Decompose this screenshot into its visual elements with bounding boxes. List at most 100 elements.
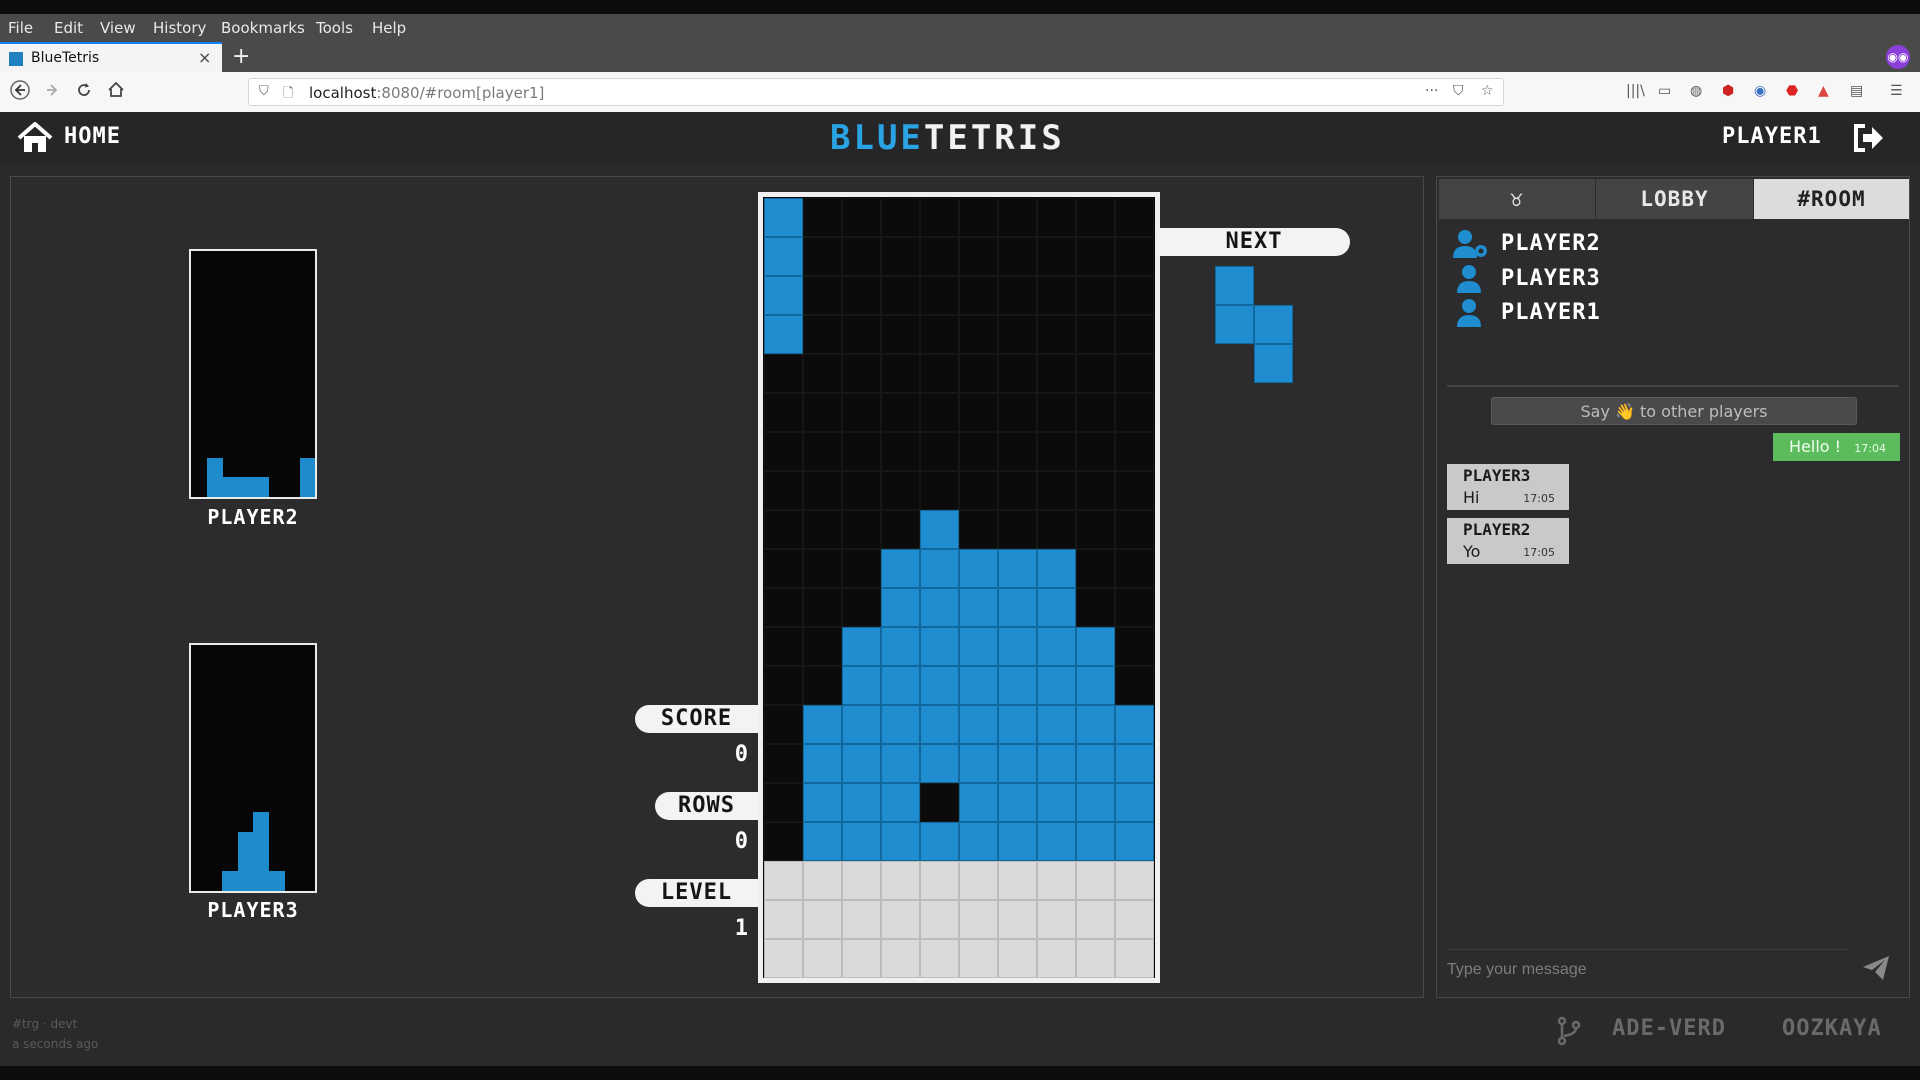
account-icon[interactable]: ◍ <box>1690 83 1702 99</box>
garbage-cell <box>920 900 959 939</box>
mask-extension-icon[interactable]: ◉◉ <box>1886 45 1910 69</box>
garbage-cell <box>764 861 803 900</box>
filled-cell <box>1076 744 1115 783</box>
home-icon[interactable] <box>106 80 126 105</box>
own-message: Hello ! 17:04 <box>1773 433 1900 461</box>
empty-cell <box>803 432 842 471</box>
author-link[interactable]: OOZKAYA <box>1782 1016 1882 1041</box>
favicon-icon <box>9 52 23 66</box>
ublock-icon[interactable]: ⬢ <box>1722 83 1734 99</box>
chat-panel: ♉ LOBBY #ROOM PLAYER2 PLAYER3 PLAYER1 Sa… <box>1436 176 1910 998</box>
empty-cell <box>803 315 842 354</box>
bookmark-star-icon[interactable]: ☆ <box>1481 83 1494 99</box>
say-hi-button[interactable]: Say 👋 to other players <box>1491 397 1857 425</box>
empty-cell <box>803 393 842 432</box>
filled-cell <box>842 822 881 861</box>
message-time: 17:05 <box>1523 492 1555 505</box>
url-path: :8080/#room[player1] <box>376 84 545 102</box>
menu-view[interactable]: View <box>100 19 136 37</box>
garbage-cell <box>1037 939 1076 978</box>
empty-cell <box>959 510 998 549</box>
opponent-column <box>237 832 254 891</box>
menu-help[interactable]: Help <box>372 19 406 37</box>
filled-cell <box>764 237 803 276</box>
tab-room[interactable]: #ROOM <box>1754 179 1909 219</box>
score-value: 0 <box>734 742 748 767</box>
filled-cell <box>881 783 920 822</box>
menu-tools[interactable]: Tools <box>316 19 353 37</box>
forward-arrow-icon[interactable] <box>42 80 62 105</box>
filled-cell <box>764 276 803 315</box>
filled-cell <box>842 666 881 705</box>
menu-edit[interactable]: Edit <box>54 19 83 37</box>
garbage-cell <box>881 861 920 900</box>
menu-bookmarks[interactable]: Bookmarks <box>221 19 305 37</box>
menu-history[interactable]: History <box>153 19 206 37</box>
extension-icon[interactable]: ▲ <box>1818 83 1829 99</box>
next-piece-block <box>1215 266 1254 305</box>
reader-icon[interactable]: ▤ <box>1850 83 1863 99</box>
sidebar-icon[interactable]: ▭ <box>1658 83 1671 99</box>
privacy-extension-icon[interactable]: ◉ <box>1754 83 1766 99</box>
empty-cell <box>1037 198 1076 237</box>
tab-close-button[interactable]: × <box>198 48 211 67</box>
reload-icon[interactable] <box>74 80 94 105</box>
pocket-icon[interactable]: ⛉ <box>1453 83 1464 99</box>
filled-cell <box>959 705 998 744</box>
filled-cell <box>1115 705 1154 744</box>
garbage-cell <box>959 861 998 900</box>
empty-cell <box>998 276 1037 315</box>
player-name: PLAYER3 <box>1501 266 1601 291</box>
filled-cell <box>959 588 998 627</box>
garbage-cell <box>1037 861 1076 900</box>
filled-cell <box>998 666 1037 705</box>
page-info-icon[interactable]: 🗋 <box>283 84 293 106</box>
filled-cell <box>920 588 959 627</box>
new-tab-button[interactable]: + <box>232 44 250 69</box>
garbage-cell <box>959 900 998 939</box>
tab-lobby[interactable]: LOBBY <box>1596 179 1754 219</box>
tetris-board[interactable] <box>758 192 1160 983</box>
filled-cell <box>959 666 998 705</box>
url-bar[interactable]: ⛉ 🗋 localhost:8080/#room[player1] ··· ⛉ … <box>248 78 1504 106</box>
filled-cell <box>1037 666 1076 705</box>
empty-cell <box>998 237 1037 276</box>
chat-message-input[interactable] <box>1447 949 1849 983</box>
empty-cell <box>842 471 881 510</box>
footer-line-2: a seconds ago <box>12 1037 99 1051</box>
author-link[interactable]: ADE-VERD <box>1612 1016 1726 1041</box>
empty-cell <box>1115 315 1154 354</box>
filled-cell <box>1076 783 1115 822</box>
empty-cell <box>1115 471 1154 510</box>
empty-cell <box>803 276 842 315</box>
adblock-icon[interactable]: ⬣ <box>1786 83 1798 99</box>
empty-cell <box>764 783 803 822</box>
level-value: 1 <box>734 916 748 941</box>
garbage-cell <box>1076 861 1115 900</box>
logout-button[interactable] <box>1852 123 1886 157</box>
browser-tab[interactable]: BlueTetris × <box>0 42 222 72</box>
shield-icon: ⛉ <box>259 84 269 99</box>
url-text: localhost:8080/#room[player1] <box>309 84 544 102</box>
empty-cell <box>920 237 959 276</box>
library-icon[interactable]: |||\ <box>1626 83 1645 99</box>
empty-cell <box>764 471 803 510</box>
filled-cell <box>959 549 998 588</box>
empty-cell <box>842 432 881 471</box>
filled-cell <box>842 705 881 744</box>
menu-file[interactable]: File <box>8 19 33 37</box>
empty-cell <box>920 432 959 471</box>
back-arrow-icon[interactable] <box>10 80 30 105</box>
filled-cell <box>1037 549 1076 588</box>
tab-taurus[interactable]: ♉ <box>1439 179 1596 219</box>
page-actions-icon[interactable]: ··· <box>1425 83 1438 99</box>
empty-cell <box>920 315 959 354</box>
garbage-cell <box>803 939 842 978</box>
hamburger-menu-icon[interactable]: ☰ <box>1890 83 1903 99</box>
git-branch-icon[interactable] <box>1556 1016 1582 1050</box>
send-button[interactable] <box>1861 955 1891 985</box>
browser-menu-bar: File Edit View History Bookmarks Tools H… <box>0 14 1920 42</box>
rows-value: 0 <box>734 829 748 854</box>
empty-cell <box>920 393 959 432</box>
empty-cell <box>1076 315 1115 354</box>
